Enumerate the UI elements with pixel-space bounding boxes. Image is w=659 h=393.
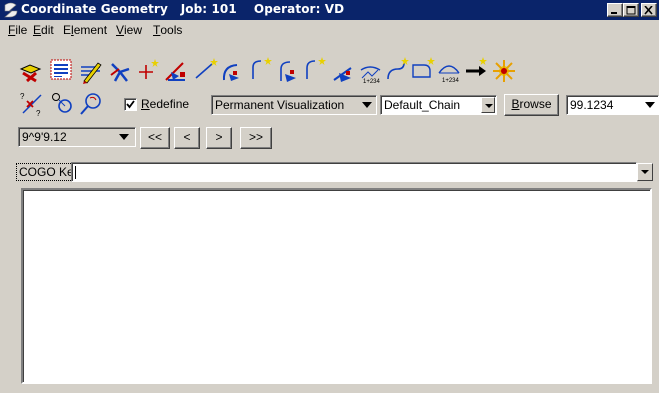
value-dropdown[interactable]: 99.1234	[566, 95, 659, 115]
menu-edit-label: dit	[41, 23, 54, 37]
chevron-down-icon	[362, 102, 372, 108]
chevron-down-icon	[119, 134, 129, 140]
window-title: Coordinate Geometry Job: 101 Operator: V…	[21, 2, 345, 16]
store-point-icon[interactable]	[135, 55, 161, 81]
chain-value: Default_Chain	[384, 98, 461, 112]
minimize-icon	[611, 12, 617, 14]
station-curve-icon[interactable]	[410, 55, 436, 81]
close-icon	[644, 6, 653, 15]
redefine-mnemonic: R	[141, 97, 150, 111]
visualization-dropdown[interactable]: Permanent Visualization	[211, 95, 377, 115]
radius-circle-icon[interactable]	[49, 89, 75, 115]
last-button[interactable]: >>	[240, 127, 272, 149]
minimize-button[interactable]	[607, 3, 623, 17]
chain-combo[interactable]: Default_Chain	[380, 95, 497, 115]
next-button[interactable]: >	[206, 127, 232, 149]
station-offset-icon[interactable]	[331, 58, 357, 84]
svg-text:1+234: 1+234	[363, 79, 381, 84]
curve-icon[interactable]	[219, 58, 245, 84]
list-icon[interactable]	[48, 57, 74, 83]
chain-dropdown-arrow[interactable]	[481, 97, 495, 113]
close-button[interactable]	[641, 3, 657, 17]
locate-point-icon[interactable]	[18, 59, 44, 85]
checkmark-icon	[126, 100, 135, 109]
search-probe-icon[interactable]	[78, 91, 104, 117]
svg-text:?: ?	[36, 109, 41, 117]
menu-file[interactable]: File	[8, 23, 27, 37]
browse-label: rowse	[519, 97, 552, 111]
menu-edit[interactable]: Edit	[33, 23, 54, 37]
edit-pencil-icon[interactable]	[78, 59, 104, 85]
spiral-arrow-icon[interactable]	[303, 55, 329, 81]
menu-element-label: ement	[73, 23, 108, 37]
redefine-text: edefine	[149, 97, 190, 111]
first-button[interactable]: <<	[140, 127, 170, 149]
app-icon	[4, 2, 18, 18]
menu-tools-mnemonic: T	[153, 23, 161, 37]
bearing-distance-icon[interactable]	[163, 58, 189, 84]
menu-element-first: E	[63, 23, 72, 37]
point-star-icon[interactable]	[107, 59, 133, 85]
visualization-value: Permanent Visualization	[215, 98, 345, 112]
text-caret	[75, 166, 76, 179]
menu-element[interactable]: Element	[63, 23, 107, 37]
curve-arrow-icon[interactable]	[249, 55, 275, 81]
parcel-icon[interactable]	[384, 55, 410, 81]
output-area[interactable]	[21, 188, 652, 384]
arrow-icon[interactable]: 1+234	[436, 57, 462, 84]
menu-view-mnemonic: V	[116, 23, 125, 37]
chevron-down-icon	[645, 102, 655, 108]
svg-text:?: ?	[20, 92, 25, 101]
menu-file-mnemonic: F	[8, 23, 16, 37]
browse-button[interactable]: Browse	[504, 94, 559, 116]
maximize-button[interactable]	[623, 3, 639, 17]
sun-icon[interactable]	[463, 55, 489, 81]
spiral-icon[interactable]	[276, 58, 302, 84]
menu-file-label: ile	[15, 23, 28, 37]
cogo-window: Coordinate Geometry Job: 101 Operator: V…	[0, 0, 659, 393]
title-bar[interactable]: Coordinate Geometry Job: 101 Operator: V…	[0, 0, 659, 20]
line-icon[interactable]	[193, 55, 219, 81]
menu-bar: File Edit Element View Tools	[0, 20, 659, 40]
angle-value: 9^9'9.12	[22, 130, 67, 144]
keyin-input[interactable]	[71, 162, 637, 182]
explode-icon[interactable]	[491, 58, 517, 84]
keyin-dropdown-arrow[interactable]	[637, 163, 653, 181]
angle-dropdown[interactable]: 9^9'9.12	[18, 127, 136, 147]
browse-mnemonic: B	[511, 97, 520, 111]
offset-line-icon[interactable]: 1+234	[358, 58, 384, 85]
menu-view-label: iew	[124, 23, 143, 37]
redefine-checkbox[interactable]	[124, 98, 137, 111]
no-point-icon[interactable]: ??	[19, 91, 45, 118]
maximize-icon	[626, 6, 636, 15]
svg-text:1+234: 1+234	[442, 78, 460, 83]
menu-tools-label: ools	[160, 23, 183, 37]
prev-button[interactable]: <	[174, 127, 200, 149]
menu-tools[interactable]: Tools	[153, 23, 182, 37]
redefine-label[interactable]: Redefine	[141, 97, 189, 111]
menu-edit-mnemonic: E	[33, 23, 42, 37]
menu-view[interactable]: View	[116, 23, 142, 37]
value-dropdown-value: 99.1234	[570, 98, 614, 112]
